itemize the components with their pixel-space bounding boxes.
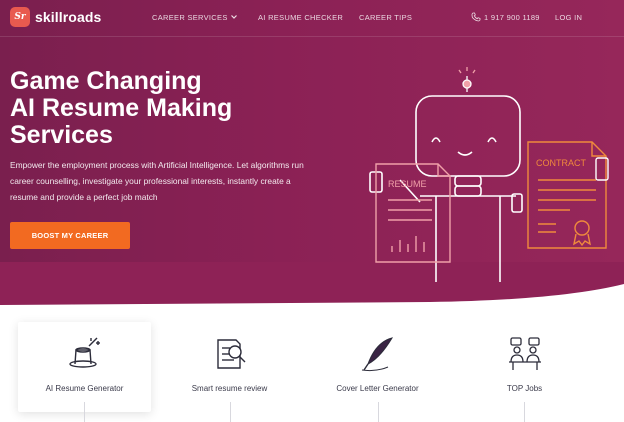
logo-mark: Sr [10, 7, 30, 27]
phone-number[interactable]: 1 917 900 1189 [484, 13, 540, 22]
hero-title-line: AI Resume Making [10, 94, 233, 122]
service-label: Cover Letter Generator [336, 384, 419, 393]
quill-pen-icon [361, 337, 393, 372]
nav-career-tips[interactable]: CAREER TIPS [359, 13, 412, 22]
login-link[interactable]: LOG IN [555, 13, 582, 22]
svg-text:CONTRACT: CONTRACT [536, 158, 586, 168]
service-smart-resume-review[interactable]: Smart resume review [163, 322, 296, 412]
service-label: TOP Jobs [506, 384, 543, 393]
phone-icon [471, 12, 481, 22]
divider-line [230, 402, 231, 422]
chevron-down-icon[interactable] [230, 13, 238, 21]
brand-name: skillroads [35, 9, 102, 25]
top-nav: Sr skillroads CAREER SERVICES AI RESUME … [0, 0, 624, 36]
service-cover-letter-generator[interactable]: Cover Letter Generator [311, 322, 444, 412]
hero-title-line: Game Changing [10, 67, 202, 95]
service-top-jobs[interactable]: TOP Jobs [458, 322, 591, 412]
resume-document: RESUME [375, 163, 451, 263]
contract-document: CONTRACT [527, 141, 607, 249]
magic-hat-icon [68, 337, 100, 368]
robot-illustration: RESUME CONTRACT [369, 67, 609, 282]
divider-line [378, 402, 379, 422]
nav-divider [0, 36, 624, 37]
divider-line [524, 402, 525, 422]
nav-career-services[interactable]: CAREER SERVICES [152, 13, 228, 22]
hero-title-line: Services [10, 121, 113, 149]
team-meeting-icon [508, 337, 541, 370]
service-label: AI Resume Generator [45, 384, 124, 393]
nav-ai-resume-checker[interactable]: AI RESUME CHECKER [258, 13, 343, 22]
hero-title: Game Changing AI Resume Making Services [10, 68, 310, 149]
hero-description: Empower the employment process with Arti… [10, 160, 304, 202]
antenna-icon [458, 67, 476, 92]
brand-logo[interactable]: Sr skillroads [10, 7, 101, 27]
service-ai-resume-generator[interactable]: AI Resume Generator [18, 322, 151, 412]
divider-line [84, 402, 85, 422]
boost-career-button[interactable]: BOOST MY CAREER [10, 222, 130, 249]
document-magnifier-icon [216, 339, 245, 369]
svg-text:RESUME: RESUME [388, 179, 427, 189]
service-label: Smart resume review [191, 384, 268, 393]
